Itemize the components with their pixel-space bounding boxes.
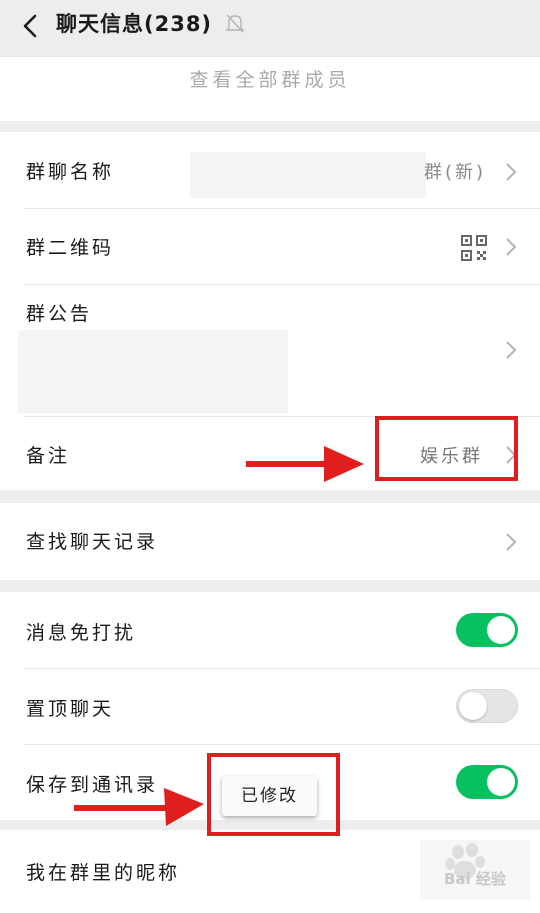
mute-bell-icon — [225, 14, 245, 33]
annotation-arrow-icon — [74, 788, 204, 826]
group-name-value: 群(新) — [424, 162, 487, 183]
toast-message: 已修改 — [222, 776, 317, 816]
group-announcement-row[interactable]: 群公告 — [0, 285, 540, 416]
back-arrow-icon[interactable] — [20, 12, 42, 40]
search-history-row[interactable]: 查找聊天记录 — [0, 503, 540, 580]
chevron-right-icon — [506, 341, 517, 359]
pin-toggle[interactable] — [456, 689, 518, 723]
redacted-group-name — [190, 152, 426, 198]
redacted-announcement-text — [18, 330, 288, 413]
annotation-highlight-box — [375, 416, 518, 481]
search-history-label: 查找聊天记录 — [26, 531, 159, 553]
mute-row: 消息免打扰 — [0, 592, 540, 668]
group-nickname-label: 我在群里的昵称 — [26, 862, 181, 884]
group-name-label: 群聊名称 — [26, 161, 115, 183]
annotation-arrow-icon — [246, 446, 364, 482]
view-all-members-row[interactable]: 查看全部群成员 — [0, 57, 540, 121]
group-qrcode-label: 群二维码 — [26, 237, 115, 259]
pin-row: 置顶聊天 — [0, 669, 540, 744]
page-title: 聊天信息(238) — [56, 12, 213, 36]
save-contacts-toggle[interactable] — [456, 765, 518, 799]
watermark-text: Bai 经验 — [444, 870, 506, 888]
top-bar: 聊天信息(238) — [0, 0, 540, 57]
chevron-right-icon — [506, 533, 517, 551]
mute-label: 消息免打扰 — [26, 622, 137, 644]
qr-code-icon — [461, 235, 487, 261]
view-all-members-link[interactable]: 查看全部群成员 — [0, 65, 540, 92]
chevron-right-icon — [506, 163, 517, 181]
group-name-row[interactable]: 群聊名称 群(新) — [0, 132, 540, 208]
chevron-right-icon — [506, 238, 517, 256]
pin-label: 置顶聊天 — [26, 698, 115, 720]
remark-label: 备注 — [26, 445, 71, 467]
mute-toggle[interactable] — [456, 613, 518, 647]
group-qrcode-row[interactable]: 群二维码 — [0, 209, 540, 284]
group-announcement-label: 群公告 — [26, 303, 93, 325]
